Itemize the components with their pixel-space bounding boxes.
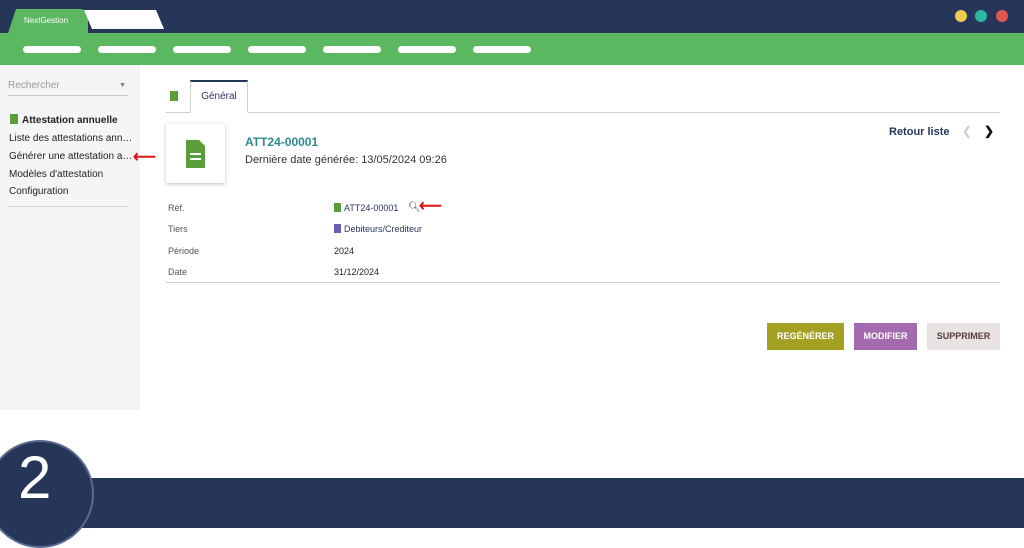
app-tab-label: NextGestion: [24, 16, 69, 25]
sidebar-item-generate[interactable]: Générer une attestation annuelle: [9, 151, 133, 162]
magnifier-icon[interactable]: 🔍︎: [408, 202, 421, 213]
sidebar-item-list[interactable]: Liste des attestations annuelles: [9, 133, 133, 144]
menu-item-placeholder[interactable]: [398, 46, 456, 53]
close-dot-icon[interactable]: [996, 10, 1008, 22]
red-arrow-icon: ⟵: [419, 198, 442, 215]
blank-tab[interactable]: [84, 10, 164, 29]
red-arrow-icon: ⟵: [133, 149, 156, 166]
tab-general[interactable]: Général: [190, 80, 248, 113]
building-icon: [334, 224, 341, 233]
sidebar-divider: [8, 206, 129, 207]
menu-item-placeholder[interactable]: [98, 46, 156, 53]
field-value-ref[interactable]: ATT24-00001: [334, 203, 398, 213]
sidebar: Rechercher ▼ Attestation annuelle Liste …: [0, 65, 140, 410]
window-titlebar: NextGestion: [0, 0, 1024, 33]
sidebar-section-title[interactable]: Attestation annuelle: [10, 114, 118, 126]
menu-item-placeholder[interactable]: [323, 46, 381, 53]
chevron-down-icon[interactable]: ▼: [119, 82, 126, 89]
field-label-date: Date: [168, 267, 188, 277]
maximize-dot-icon[interactable]: [975, 10, 987, 22]
record-ref-title: ATT24-00001: [245, 135, 319, 149]
chevron-left-icon[interactable]: ❮: [962, 124, 972, 138]
sidebar-item-templates[interactable]: Modèles d'attestation: [9, 169, 103, 180]
document-icon: [334, 203, 341, 212]
document-icon[interactable]: [170, 91, 178, 101]
tab-bar: Général: [166, 80, 1000, 113]
main-menu-bar: [0, 33, 1024, 65]
back-to-list-link[interactable]: Retour liste: [889, 126, 950, 138]
field-value-tiers[interactable]: Debiteurs/Crediteur: [334, 224, 422, 234]
menu-item-placeholder[interactable]: [173, 46, 231, 53]
field-value-periode: 2024: [334, 246, 355, 256]
fields-divider: [166, 282, 1000, 283]
chevron-right-icon[interactable]: ❯: [984, 124, 994, 138]
document-icon: [186, 140, 205, 168]
menu-item-placeholder[interactable]: [473, 46, 531, 53]
record-image: [166, 124, 225, 183]
regenerate-button[interactable]: REGÉNÉRER: [767, 323, 844, 350]
menu-item-placeholder[interactable]: [248, 46, 306, 53]
field-label-ref: Réf.: [168, 203, 185, 213]
modify-button[interactable]: MODIFIER: [854, 323, 917, 350]
menu-item-placeholder[interactable]: [23, 46, 81, 53]
field-label-periode: Période: [168, 246, 200, 256]
search-input[interactable]: Rechercher ▼: [8, 80, 128, 96]
minimize-dot-icon[interactable]: [955, 10, 967, 22]
last-generated-date: Dernière date générée: 13/05/2024 09:26: [245, 154, 447, 166]
sidebar-item-configuration[interactable]: Configuration: [9, 186, 68, 197]
footer-bar: [0, 478, 1024, 528]
step-number: 2: [18, 444, 52, 511]
field-value-date: 31/12/2024: [334, 267, 380, 277]
search-placeholder: Rechercher: [8, 80, 60, 91]
delete-button[interactable]: SUPPRIMER: [927, 323, 1000, 350]
app-tab[interactable]: NextGestion: [8, 9, 88, 33]
document-icon: [10, 114, 18, 124]
field-label-tiers: Tiers: [168, 224, 188, 234]
